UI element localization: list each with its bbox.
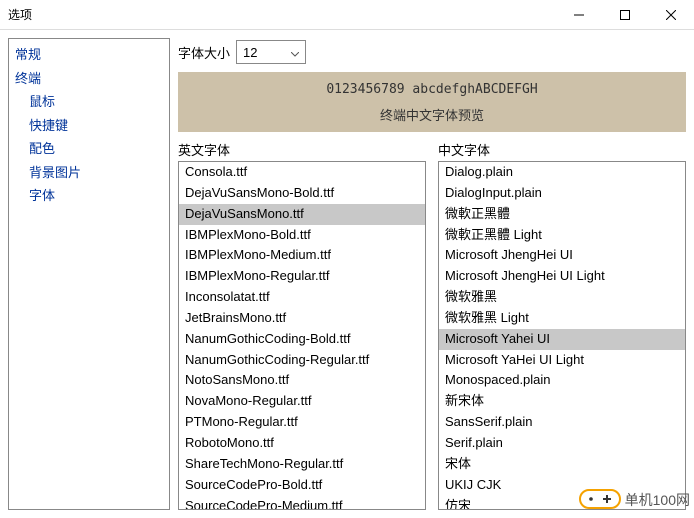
sidebar-item[interactable]: 鼠标 — [9, 90, 169, 114]
font-item[interactable]: Consola.ttf — [179, 162, 425, 183]
font-item[interactable]: NanumGothicCoding-Regular.ttf — [179, 350, 425, 371]
font-item[interactable]: Inconsolatat.ttf — [179, 287, 425, 308]
font-item[interactable]: IBMPlexMono-Bold.ttf — [179, 225, 425, 246]
font-item[interactable]: DejaVuSansMono-Bold.ttf — [179, 183, 425, 204]
fontsize-select[interactable]: 12 — [236, 40, 306, 64]
sidebar-item[interactable]: 字体 — [9, 184, 169, 208]
font-preview: 0123456789 abcdefghABCDEFGH 终端中文字体预览 — [178, 72, 686, 132]
sidebar: 常规终端鼠标快捷键配色背景图片字体 — [8, 38, 170, 510]
chinese-font-column: 中文字体 Dialog.plainDialogInput.plain微軟正黑體微… — [438, 138, 686, 510]
font-item[interactable]: IBMPlexMono-Regular.ttf — [179, 266, 425, 287]
font-item[interactable]: 微软雅黑 Light — [439, 308, 685, 329]
watermark: 单机100网 — [579, 485, 690, 514]
font-item[interactable]: Serif.plain — [439, 433, 685, 454]
minimize-button[interactable] — [556, 0, 602, 29]
english-font-header: 英文字体 — [178, 138, 426, 161]
maximize-button[interactable] — [602, 0, 648, 29]
font-item[interactable]: Monospaced.plain — [439, 370, 685, 391]
chevron-down-icon — [291, 45, 299, 60]
watermark-text: 单机100网 — [625, 490, 690, 510]
font-item[interactable]: Microsoft JhengHei UI — [439, 245, 685, 266]
font-item[interactable]: SourceCodePro-Medium.ttf — [179, 496, 425, 511]
font-item[interactable]: DejaVuSansMono.ttf — [179, 204, 425, 225]
preview-cjk: 终端中文字体预览 — [178, 105, 686, 124]
window-title: 选项 — [8, 6, 556, 23]
window-controls — [556, 0, 694, 29]
font-item[interactable]: NovaMono-Regular.ttf — [179, 391, 425, 412]
font-item[interactable]: NanumGothicCoding-Bold.ttf — [179, 329, 425, 350]
font-item[interactable]: Dialog.plain — [439, 162, 685, 183]
sidebar-item[interactable]: 终端 — [9, 67, 169, 91]
font-item[interactable]: 微软雅黑 — [439, 287, 685, 308]
font-item[interactable]: IBMPlexMono-Medium.ttf — [179, 245, 425, 266]
fontsize-label: 字体大小 — [178, 43, 230, 62]
font-item[interactable]: 微軟正黑體 Light — [439, 225, 685, 246]
font-item[interactable]: Microsoft Yahei UI — [439, 329, 685, 350]
font-item[interactable]: PTMono-Regular.ttf — [179, 412, 425, 433]
font-item[interactable]: Microsoft YaHei UI Light — [439, 350, 685, 371]
sidebar-item[interactable]: 背景图片 — [9, 161, 169, 185]
sidebar-item[interactable]: 常规 — [9, 43, 169, 67]
font-item[interactable]: SourceCodePro-Bold.ttf — [179, 475, 425, 496]
english-font-column: 英文字体 Consola.ttfDejaVuSansMono-Bold.ttfD… — [178, 138, 426, 510]
font-item[interactable]: JetBrainsMono.ttf — [179, 308, 425, 329]
main-panel: 字体大小 12 0123456789 abcdefghABCDEFGH 终端中文… — [178, 38, 686, 510]
font-item[interactable]: RobotoMono.ttf — [179, 433, 425, 454]
fontsize-row: 字体大小 12 — [178, 38, 686, 66]
titlebar: 选项 — [0, 0, 694, 30]
close-button[interactable] — [648, 0, 694, 29]
font-item[interactable]: 新宋体 — [439, 391, 685, 412]
sidebar-item[interactable]: 快捷键 — [9, 114, 169, 138]
fontsize-value: 12 — [243, 45, 257, 60]
font-item[interactable]: ShareTechMono-Regular.ttf — [179, 454, 425, 475]
gamepad-icon — [579, 485, 621, 514]
font-item[interactable]: 微軟正黑體 — [439, 204, 685, 225]
preview-ascii: 0123456789 abcdefghABCDEFGH — [178, 82, 686, 97]
font-item[interactable]: SansSerif.plain — [439, 412, 685, 433]
font-item[interactable]: Microsoft JhengHei UI Light — [439, 266, 685, 287]
font-lists: 英文字体 Consola.ttfDejaVuSansMono-Bold.ttfD… — [178, 138, 686, 510]
english-font-listbox[interactable]: Consola.ttfDejaVuSansMono-Bold.ttfDejaVu… — [178, 161, 426, 510]
font-item[interactable]: 宋体 — [439, 454, 685, 475]
font-item[interactable]: NotoSansMono.ttf — [179, 370, 425, 391]
chinese-font-header: 中文字体 — [438, 138, 686, 161]
chinese-font-listbox[interactable]: Dialog.plainDialogInput.plain微軟正黑體微軟正黑體 … — [438, 161, 686, 510]
content: 常规终端鼠标快捷键配色背景图片字体 字体大小 12 0123456789 abc… — [0, 30, 694, 518]
font-item[interactable]: DialogInput.plain — [439, 183, 685, 204]
sidebar-item[interactable]: 配色 — [9, 137, 169, 161]
